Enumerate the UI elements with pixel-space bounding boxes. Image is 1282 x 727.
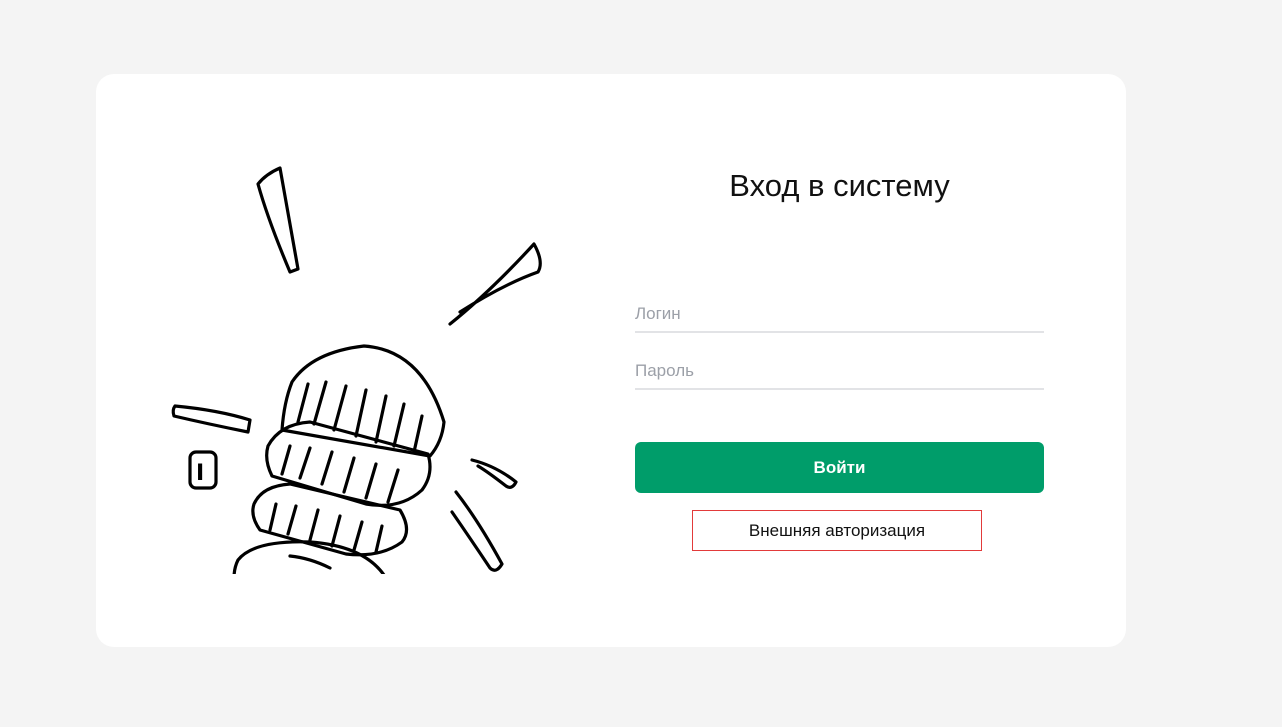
login-card: I Rx Вход в систему Войти Внешняя автори… (96, 74, 1126, 647)
external-auth-button[interactable]: Внешняя авторизация (692, 510, 982, 551)
login-button[interactable]: Войти (635, 442, 1044, 493)
tile-i-label: I (196, 461, 204, 486)
login-input[interactable] (635, 297, 1044, 333)
password-input[interactable] (635, 354, 1044, 390)
page-title: Вход в систему (729, 168, 950, 203)
ripped-bug-icon: I Rx (160, 154, 580, 574)
